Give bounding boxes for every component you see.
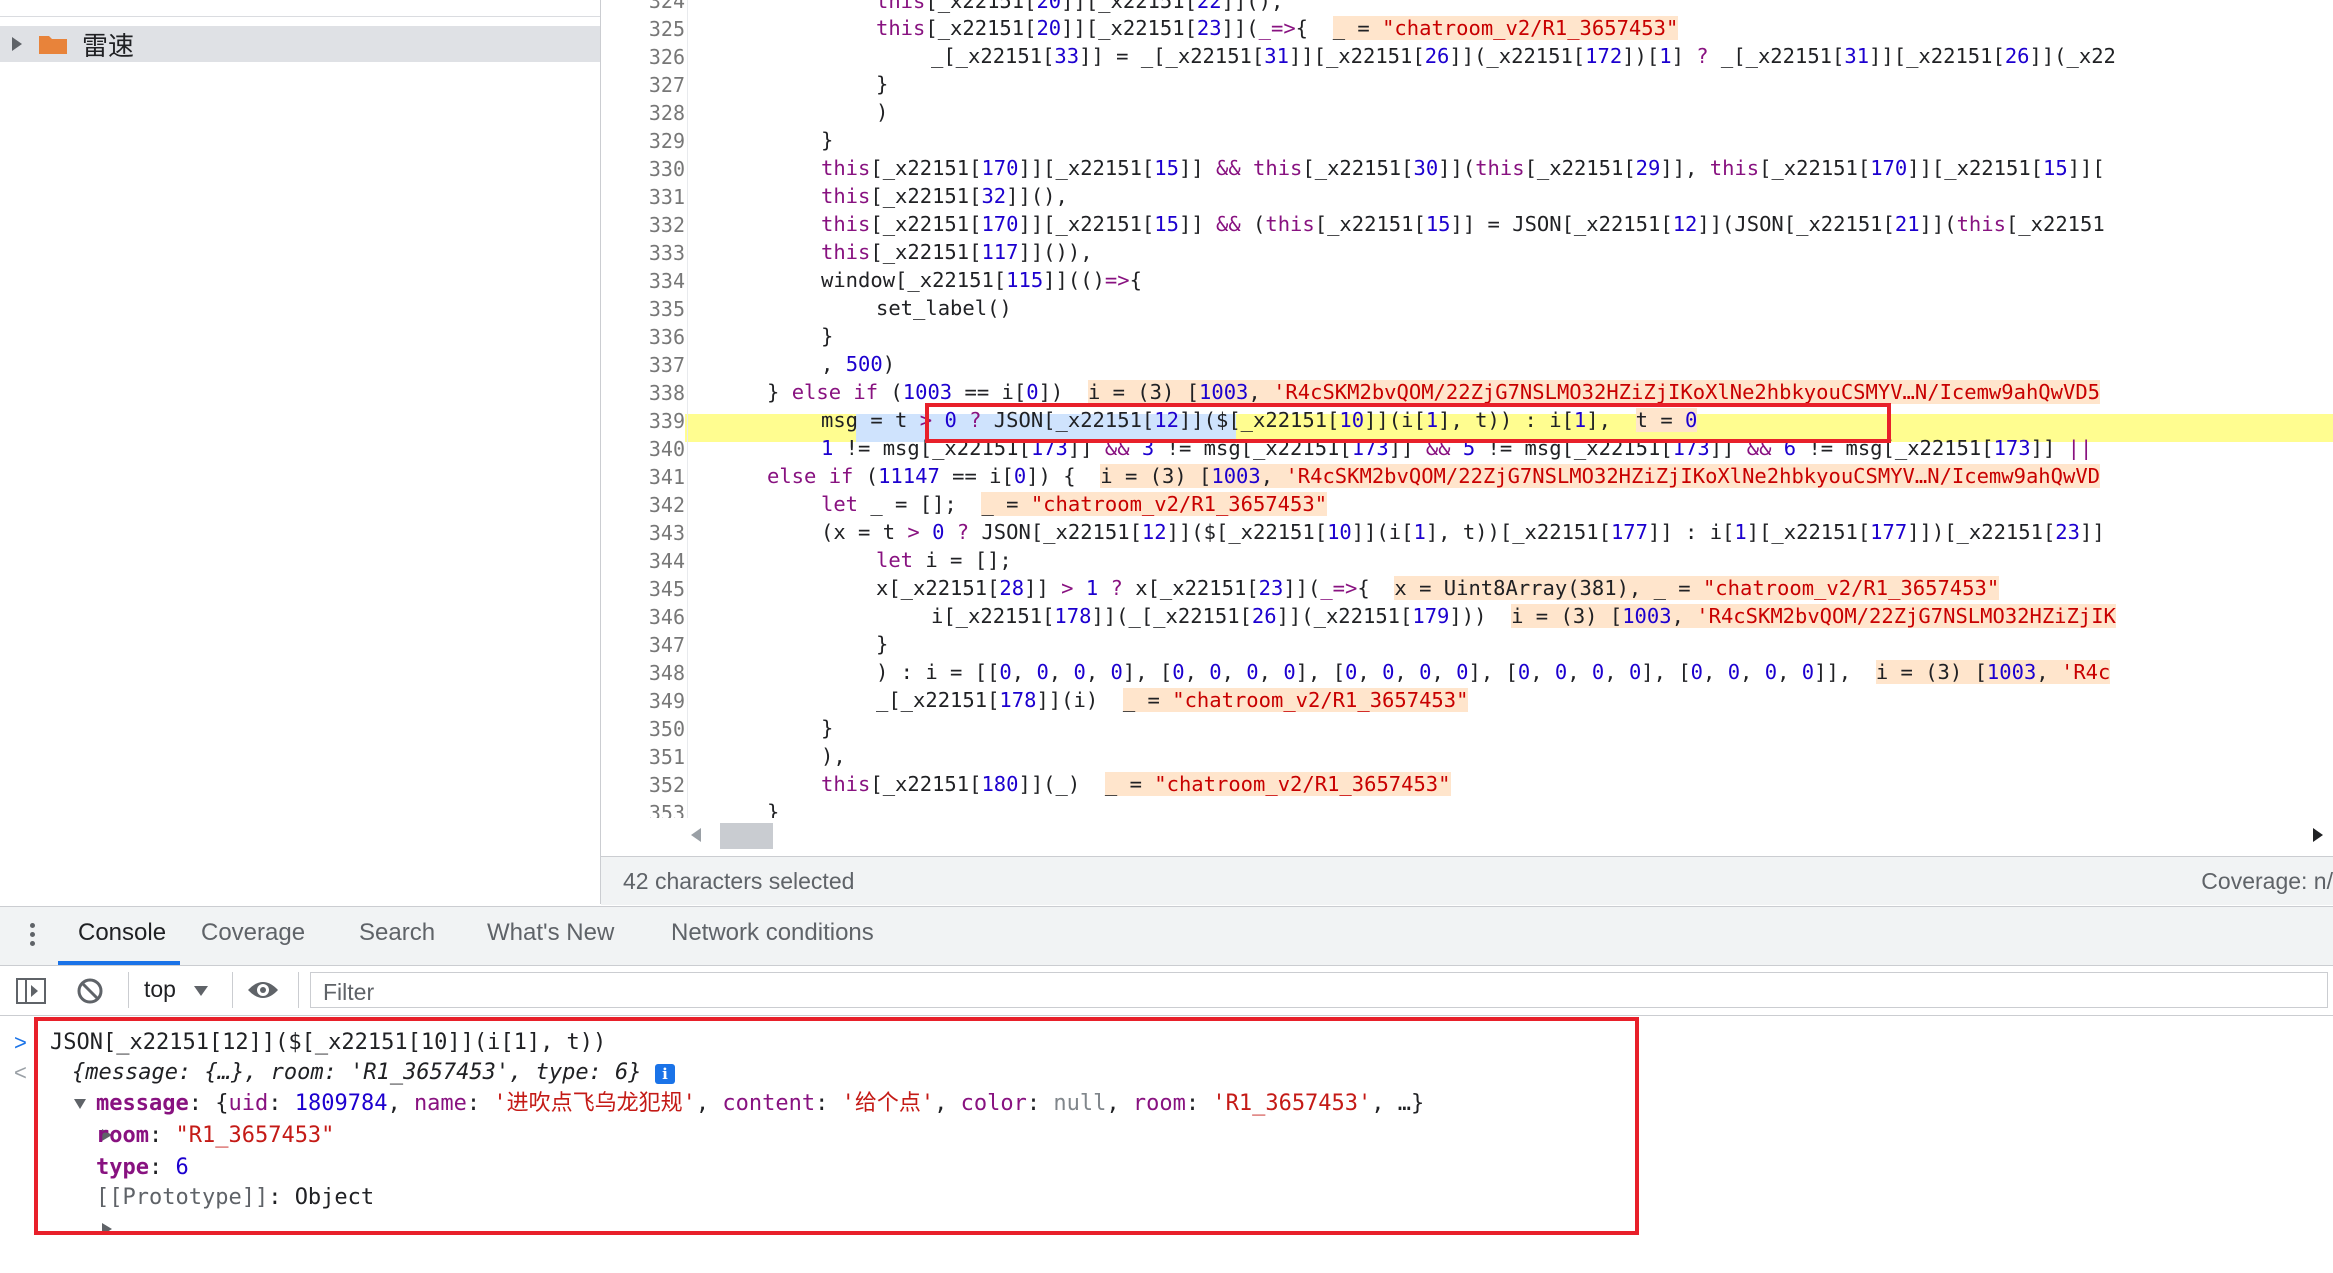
expand-triangle-icon[interactable]: [12, 37, 22, 51]
line-number[interactable]: 350: [601, 715, 685, 743]
line-number[interactable]: 332: [601, 211, 685, 239]
editor-horizontal-scrollbar[interactable]: [601, 818, 2333, 852]
line-number[interactable]: 336: [601, 323, 685, 351]
line-number[interactable]: 328: [601, 99, 685, 127]
filter-placeholder: Filter: [323, 979, 375, 1005]
line-number[interactable]: 335: [601, 295, 685, 323]
dropdown-arrow-icon: [194, 985, 209, 996]
tab-network-conditions[interactable]: Network conditions: [671, 919, 874, 947]
code-line: }: [821, 716, 834, 740]
code-line: let _ = []; _ = "chatroom_v2/R1_3657453": [821, 492, 1328, 516]
line-number[interactable]: 343: [601, 519, 685, 547]
code-line: _[_x22151[178]](i) _ = "chatroom_v2/R1_3…: [876, 688, 1469, 712]
code-line: }: [876, 632, 889, 656]
line-number[interactable]: 348: [601, 659, 685, 687]
line-number[interactable]: 346: [601, 603, 685, 631]
toolbar-divider: [232, 972, 233, 1008]
line-number[interactable]: 326: [601, 43, 685, 71]
tab-coverage[interactable]: Coverage: [201, 919, 305, 947]
line-number[interactable]: 331: [601, 183, 685, 211]
code-line: else if (11147 == i[0]) { i = (3) [1003,…: [767, 464, 2101, 488]
line-number[interactable]: 327: [601, 71, 685, 99]
code-line: ): [876, 100, 889, 124]
active-tab-indicator: [58, 961, 180, 965]
line-number[interactable]: 351: [601, 743, 685, 771]
context-label: top: [144, 976, 176, 1002]
code-line: x[_x22151[28]] > 1 ? x[_x22151[23]](_=>{…: [876, 576, 2000, 600]
code-line: set_label(): [876, 296, 1012, 320]
folder-label: 雷速: [82, 30, 135, 61]
code-highlight-box: [925, 403, 1891, 443]
line-number[interactable]: 337: [601, 351, 685, 379]
folder-icon: [38, 33, 68, 55]
code-line: _[_x22151[33]] = _[_x22151[31]][_x22151[…: [931, 44, 2116, 68]
console-filter-input[interactable]: Filter: [310, 972, 2328, 1008]
code-line: }: [876, 72, 889, 96]
tab-search[interactable]: Search: [359, 919, 435, 947]
line-number[interactable]: 333: [601, 239, 685, 267]
context-selector[interactable]: top: [144, 976, 209, 1003]
code-editor[interactable]: 324 325 326 327 328 329 330 331 332 333 334 335 336 3…: [601, 0, 2333, 830]
line-number[interactable]: 330: [601, 155, 685, 183]
code-line: i[_x22151[178]](_[_x22151[26]](_x22151[1…: [931, 604, 2116, 628]
line-number-gutter[interactable]: 324 325 326 327 328 329 330 331 332 333 334 335 336 3…: [601, 0, 685, 830]
code-line: window[_x22151[115]](()=>{: [821, 268, 1142, 292]
line-number[interactable]: 339: [601, 407, 685, 435]
clear-console-icon[interactable]: [76, 977, 104, 1010]
code-line: this[_x22151[117]]()),: [821, 240, 1093, 264]
line-number[interactable]: 349: [601, 687, 685, 715]
line-number[interactable]: 342: [601, 491, 685, 519]
code-line: , 500): [821, 352, 896, 376]
selection-status: 42 characters selected: [623, 868, 855, 894]
code-line: this[_x22151[32]](),: [821, 184, 1068, 208]
input-prompt-icon: >: [14, 1030, 27, 1055]
code-line: ),: [821, 744, 846, 768]
line-number[interactable]: 344: [601, 547, 685, 575]
code-line: let i = [];: [876, 548, 1012, 572]
code-line: this[_x22151[180]](_) _ = "chatroom_v2/R…: [821, 772, 1451, 796]
coverage-status[interactable]: Coverage: n/: [2201, 868, 2333, 895]
code-line: this[_x22151[20]][_x22151[23]](_=>{ _ = …: [876, 16, 1679, 40]
line-number[interactable]: 347: [601, 631, 685, 659]
line-number[interactable]: 338: [601, 379, 685, 407]
toolbar-divider: [298, 972, 299, 1008]
tab-console[interactable]: Console: [78, 919, 166, 947]
result-arrow-icon: <: [14, 1060, 27, 1085]
scroll-right-arrow-icon[interactable]: [2313, 828, 2323, 842]
code-line: }: [821, 128, 834, 152]
more-tools-icon[interactable]: [30, 923, 36, 950]
editor-status-bar: 42 characters selected Coverage: n/: [601, 856, 2333, 905]
console-toolbar: top Filter: [0, 966, 2333, 1016]
code-line: (x = t > 0 ? JSON[_x22151[12]]($[_x22151…: [821, 520, 2105, 544]
console-highlight-box: [34, 1017, 1639, 1235]
drawer-tab-bar: Console Coverage Search What's New Netwo…: [0, 906, 2333, 966]
line-number[interactable]: 329: [601, 127, 685, 155]
scrollbar-thumb[interactable]: [720, 823, 773, 849]
live-expression-eye-icon[interactable]: [246, 978, 280, 1007]
sources-file-tree: 雷速: [0, 0, 601, 904]
tree-folder-row[interactable]: 雷速: [0, 26, 600, 62]
code-line: ) : i = [[0, 0, 0, 0], [0, 0, 0, 0], [0,…: [876, 660, 2111, 684]
line-number[interactable]: 340: [601, 435, 685, 463]
line-number[interactable]: 345: [601, 575, 685, 603]
line-number[interactable]: 341: [601, 463, 685, 491]
line-number[interactable]: 334: [601, 267, 685, 295]
code-line: this[_x22151[170]][_x22151[15]] && this[…: [821, 156, 2105, 180]
scroll-left-arrow-icon[interactable]: [691, 828, 701, 842]
line-number[interactable]: 325: [601, 15, 685, 43]
code-line: }: [821, 324, 834, 348]
tab-whats-new[interactable]: What's New: [487, 919, 614, 947]
toolbar-divider: [128, 972, 129, 1008]
line-number[interactable]: 324: [601, 0, 685, 15]
line-number[interactable]: 352: [601, 771, 685, 799]
tree-row-override[interactable]: [0, 0, 600, 17]
code-line: this[_x22151[170]][_x22151[15]] && (this…: [821, 212, 2105, 236]
code-line: this[_x22151[20]][_x22151[22]](),: [876, 0, 1284, 13]
sidebar-toggle-icon[interactable]: [16, 978, 46, 1009]
code-line: } else if (1003 == i[0]) i = (3) [1003, …: [767, 380, 2101, 404]
